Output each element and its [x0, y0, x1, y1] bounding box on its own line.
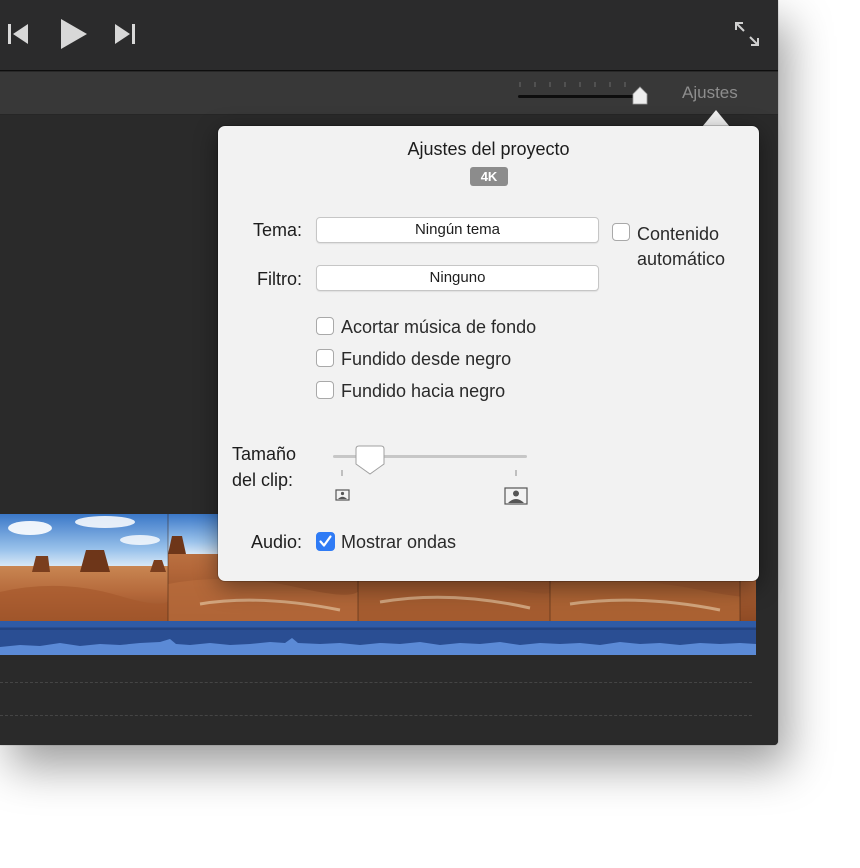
fade-to-black-checkbox[interactable]	[316, 381, 334, 399]
clip-size-label-line2: del clip:	[232, 470, 294, 490]
trim-music-label[interactable]: Acortar música de fondo	[341, 317, 536, 338]
clip-size-slider[interactable]	[330, 444, 530, 516]
trim-music-checkbox[interactable]	[316, 317, 334, 335]
timeline-track-divider	[0, 715, 752, 716]
show-waveforms-label[interactable]: Mostrar ondas	[341, 532, 456, 553]
play-icon[interactable]	[60, 18, 88, 55]
clip-size-label-line1: Tamaño	[232, 444, 297, 464]
settings-button[interactable]: Ajustes	[682, 83, 738, 103]
project-settings-popover: Ajustes del proyecto 4K Tema: Ningún tem…	[218, 126, 759, 581]
fullscreen-icon[interactable]	[734, 21, 760, 52]
small-thumbnail-icon	[335, 489, 350, 501]
theme-popup[interactable]: Ningún tema	[316, 217, 599, 243]
filter-label: Filtro:	[257, 269, 302, 289]
theme-label: Tema:	[252, 220, 302, 240]
show-waveforms-checkbox[interactable]	[316, 532, 335, 551]
audio-label: Audio:	[250, 532, 302, 552]
timeline-zoom-slider[interactable]	[518, 78, 652, 108]
filter-popup[interactable]: Ninguno	[316, 265, 599, 291]
skip-forward-icon[interactable]	[115, 24, 137, 49]
large-thumbnail-icon	[504, 487, 528, 505]
skip-back-icon[interactable]	[8, 24, 30, 49]
timeline-header-bar	[0, 72, 778, 115]
auto-content-label-line1: Contenido	[637, 224, 720, 244]
popover-arrow	[702, 110, 730, 127]
playback-toolbar	[0, 0, 778, 71]
popover-title: Ajustes del proyecto	[407, 139, 570, 159]
fade-to-black-label[interactable]: Fundido hacia negro	[341, 381, 505, 402]
fade-from-black-label[interactable]: Fundido desde negro	[341, 349, 511, 370]
clip-size-label: Tamaño del clip:	[232, 441, 304, 493]
audio-waveform[interactable]	[0, 621, 756, 655]
auto-content-label-line2: automático	[637, 249, 726, 269]
timeline-track-divider	[0, 682, 752, 683]
fade-from-black-checkbox[interactable]	[316, 349, 334, 367]
resolution-badge: 4K	[470, 167, 508, 186]
clip-size-slider-knob[interactable]	[355, 445, 385, 475]
auto-content-label[interactable]: Contenido automático	[637, 222, 725, 272]
auto-content-checkbox[interactable]	[612, 223, 630, 241]
